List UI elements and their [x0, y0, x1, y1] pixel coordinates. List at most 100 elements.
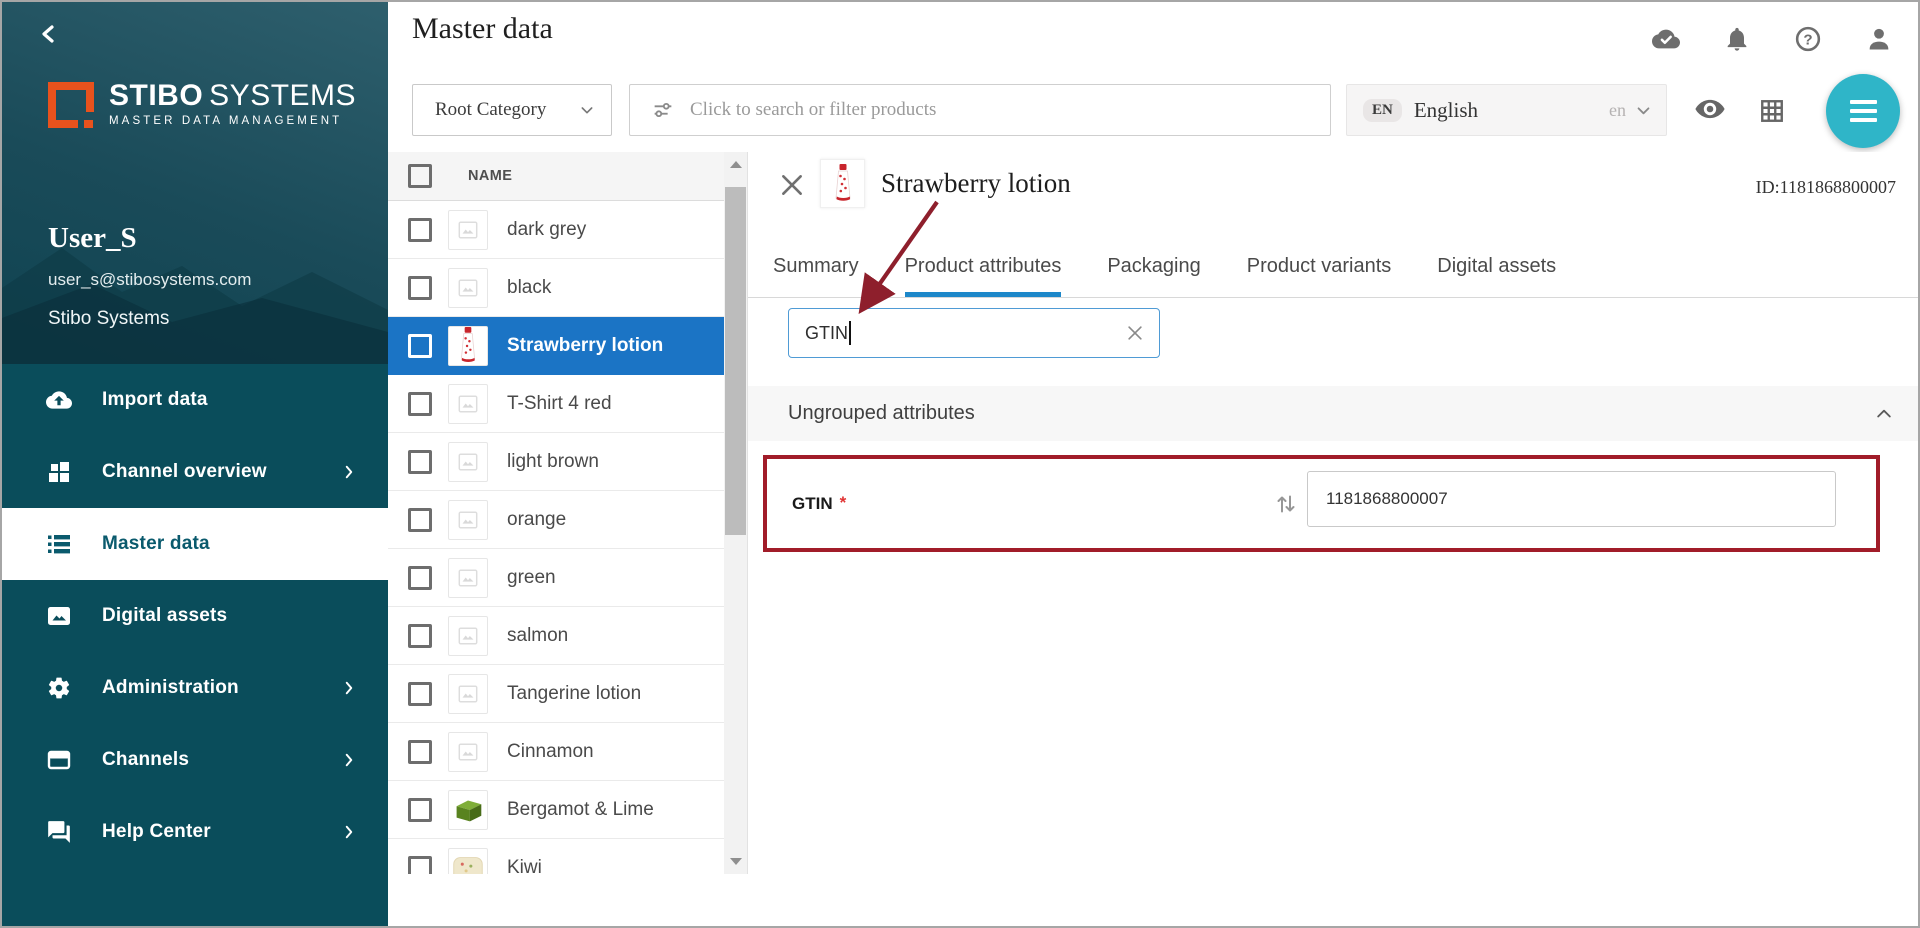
list-item[interactable]: salmon [388, 607, 724, 665]
row-checkbox[interactable] [408, 217, 432, 242]
cloud-sync-icon[interactable] [1652, 25, 1680, 53]
list-item[interactable]: T-Shirt 4 red [388, 375, 724, 433]
product-search-bar [629, 84, 1331, 136]
clear-search-icon[interactable] [1125, 323, 1145, 343]
sidebar: STIBO SYSTEMS MASTER DATA MANAGEMENT User… [2, 2, 388, 926]
sidebar-item-label: Channels [102, 749, 190, 770]
list-item[interactable]: Bergamot & Lime [388, 781, 724, 839]
swap-vertical-icon[interactable] [1273, 491, 1299, 517]
sidebar-item-label: Help Center [102, 821, 211, 842]
category-dropdown-value: Root Category [435, 99, 547, 120]
sidebar-item-channels[interactable]: Channels [2, 724, 388, 796]
sidebar-item-label: Master data [102, 533, 210, 554]
tab-digital-assets[interactable]: Digital assets [1437, 236, 1556, 297]
menu-fab-button[interactable] [1826, 74, 1900, 148]
row-checkbox[interactable] [408, 391, 432, 416]
account-icon[interactable] [1865, 25, 1893, 53]
row-checkbox[interactable] [408, 333, 432, 358]
row-checkbox[interactable] [408, 855, 432, 874]
kiwi-soap-thumbnail [448, 847, 488, 874]
product-list-header: NAME [388, 152, 724, 201]
sidebar-item-import-data[interactable]: Import data [2, 364, 388, 436]
grid-view-icon[interactable] [1759, 98, 1785, 124]
row-checkbox[interactable] [408, 565, 432, 590]
sidebar-item-help-center[interactable]: Help Center [2, 796, 388, 868]
row-checkbox[interactable] [408, 797, 432, 822]
chevron-up-icon[interactable] [1874, 404, 1894, 424]
product-detail-panel: Strawberry lotion ID:1181868800007 Summa… [748, 152, 1918, 926]
product-detail-thumbnail [820, 159, 865, 208]
gtin-value-input[interactable]: 1181868800007 [1307, 471, 1836, 527]
row-checkbox[interactable] [408, 507, 432, 532]
tab-summary[interactable]: Summary [773, 236, 859, 297]
product-name: orange [507, 508, 567, 530]
list-item[interactable]: orange [388, 491, 724, 549]
language-code: en [1609, 99, 1626, 120]
sidebar-item-label: Import data [102, 389, 208, 410]
attribute-group-header[interactable]: Ungrouped attributes [748, 386, 1918, 441]
attribute-label: GTIN * [792, 492, 847, 513]
tab-product-attributes[interactable]: Product attributes [904, 236, 1062, 297]
image-placeholder-icon [448, 615, 488, 656]
image-placeholder-icon [448, 673, 488, 714]
tab-product-variants[interactable]: Product variants [1247, 236, 1392, 297]
list-item[interactable]: black [388, 259, 724, 317]
help-icon[interactable]: ? [1794, 25, 1822, 53]
category-dropdown[interactable]: Root Category [412, 84, 612, 136]
image-placeholder-icon [448, 499, 488, 540]
cloud-upload-icon [46, 391, 72, 409]
product-name: T-Shirt 4 red [507, 392, 612, 414]
list-item[interactable]: Tangerine lotion [388, 665, 724, 723]
language-selector[interactable]: EN English en [1346, 84, 1667, 136]
user-organization: Stibo Systems [48, 308, 170, 329]
product-name: Strawberry lotion [507, 334, 664, 356]
product-name: Cinnamon [507, 740, 594, 762]
scroll-down-icon[interactable] [729, 858, 742, 865]
tab-label: Summary [773, 255, 859, 277]
sidebar-item-label: Digital assets [102, 605, 228, 626]
product-search-input[interactable] [690, 99, 1316, 121]
tab-label: Digital assets [1437, 255, 1557, 277]
notifications-icon[interactable] [1723, 25, 1751, 53]
attribute-search-value: GTIN [805, 322, 848, 343]
sidebar-item-digital-assets[interactable]: Digital assets [2, 580, 388, 652]
sidebar-item-administration[interactable]: Administration [2, 652, 388, 724]
list-item-selected[interactable]: Strawberry lotion [388, 317, 724, 375]
row-checkbox[interactable] [408, 449, 432, 474]
row-checkbox[interactable] [408, 681, 432, 706]
list-item[interactable]: Kiwi [388, 839, 724, 874]
preview-eye-icon[interactable] [1693, 94, 1727, 128]
tab-label: Product variants [1246, 255, 1392, 277]
row-checkbox[interactable] [408, 739, 432, 764]
scrollbar-thumb[interactable] [725, 187, 746, 535]
chevron-right-icon [345, 753, 353, 767]
product-name: light brown [507, 450, 599, 472]
dashboard-icon [49, 462, 69, 482]
list-item[interactable]: light brown [388, 433, 724, 491]
product-name: salmon [507, 624, 569, 646]
close-icon[interactable] [779, 172, 805, 198]
product-name: green [507, 566, 556, 588]
attribute-search-input[interactable]: GTIN [788, 308, 1160, 358]
sidebar-item-channel-overview[interactable]: Channel overview [2, 436, 388, 508]
row-checkbox[interactable] [408, 275, 432, 300]
user-email: user_s@stibosystems.com [48, 270, 252, 289]
list-scrollbar[interactable] [724, 152, 747, 874]
list-item[interactable]: Cinnamon [388, 723, 724, 781]
text-cursor [849, 321, 851, 345]
product-list: NAME dark grey black Strawberry lotion T… [388, 152, 724, 874]
sidebar-item-master-data[interactable]: Master data [2, 508, 388, 580]
row-checkbox[interactable] [408, 623, 432, 648]
list-item[interactable]: dark grey [388, 201, 724, 259]
sidebar-nav: Import data Channel overview Master data [2, 364, 388, 926]
group-title: Ungrouped attributes [788, 402, 975, 424]
tab-label: Product attributes [904, 255, 1062, 277]
image-icon [48, 607, 70, 625]
sidebar-collapse-icon[interactable] [38, 22, 62, 46]
select-all-checkbox[interactable] [408, 164, 432, 188]
sidebar-item-label: Channel overview [102, 461, 267, 482]
list-item[interactable]: green [388, 549, 724, 607]
tab-packaging[interactable]: Packaging [1107, 236, 1200, 297]
scroll-up-icon[interactable] [729, 161, 742, 168]
top-bar: Master data ? Root Category Click to sea… [388, 2, 1918, 152]
